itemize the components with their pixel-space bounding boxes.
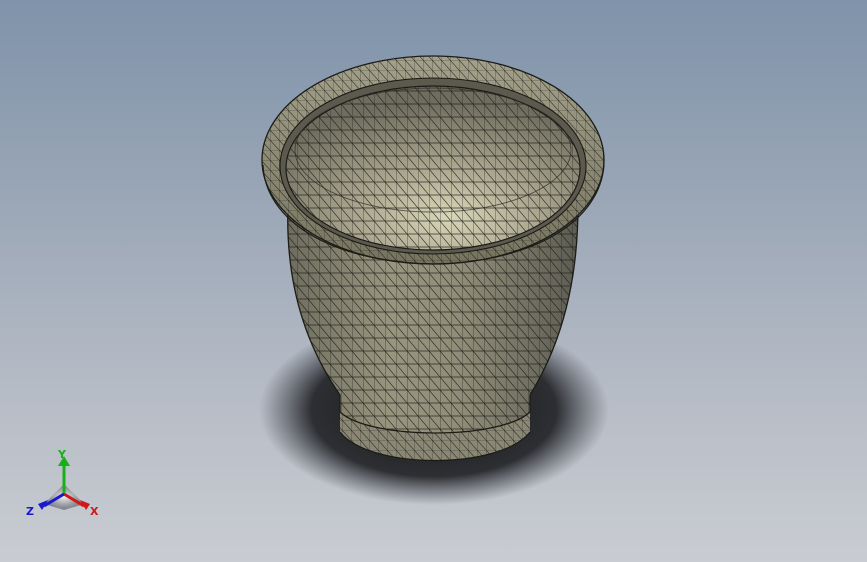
graphics-viewport[interactable]: Y X Z xyxy=(0,0,867,562)
z-axis-label: Z xyxy=(26,505,34,518)
model-scene[interactable] xyxy=(0,0,867,562)
coordinate-triad: Y X Z xyxy=(26,448,106,522)
y-axis-label: Y xyxy=(58,448,66,461)
x-axis-label: X xyxy=(90,505,99,518)
